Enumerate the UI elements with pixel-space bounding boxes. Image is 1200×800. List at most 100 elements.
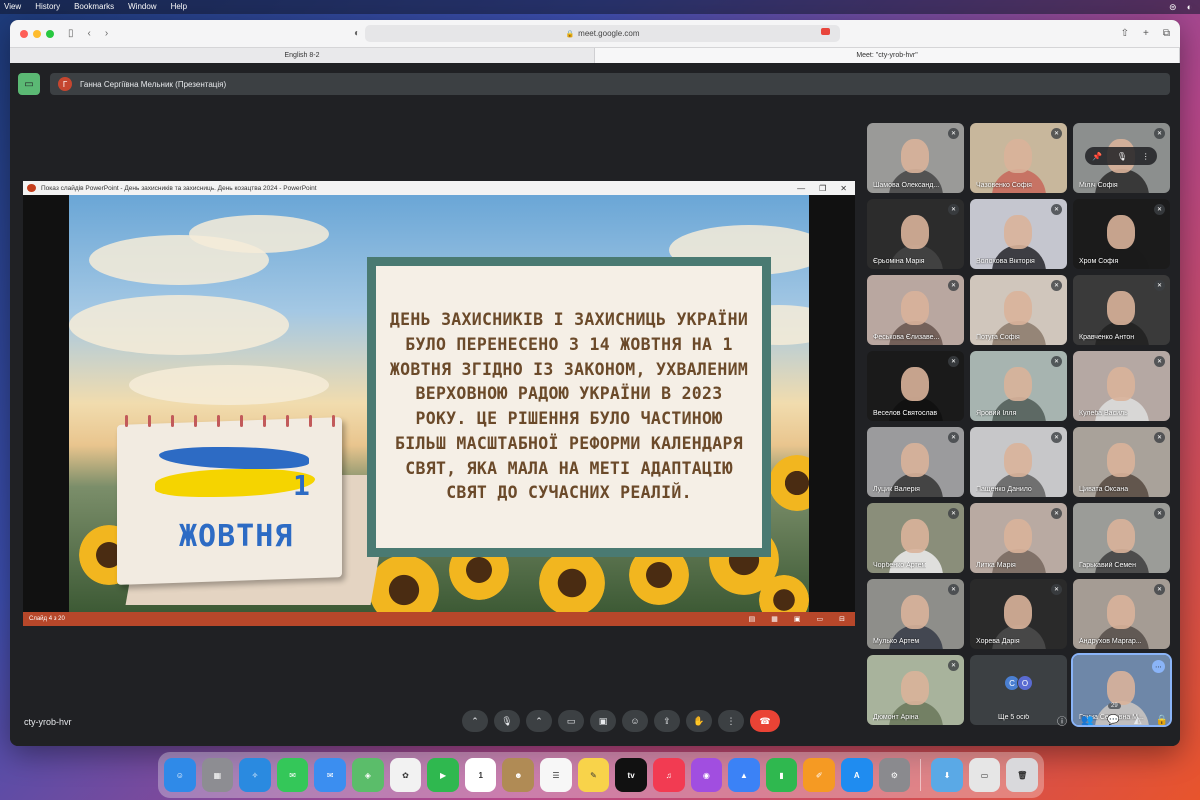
participant-tile[interactable]: ✕ Потуга Софія bbox=[970, 275, 1067, 345]
participant-tile[interactable]: ✕ Цивата Оксана bbox=[1073, 427, 1170, 497]
mute-icon[interactable]: 🎙 bbox=[1117, 152, 1127, 161]
contacts-icon[interactable]: ☻ bbox=[502, 758, 535, 792]
participant-name: Дюмонт Аріна bbox=[873, 714, 919, 721]
participant-tile[interactable]: ✕ Хром Софія bbox=[1073, 199, 1170, 269]
microphone-button[interactable]: 🎙 bbox=[494, 710, 520, 732]
participant-tile[interactable]: ✕ Мулько Артем bbox=[867, 579, 964, 649]
menu-bookmarks[interactable]: Bookmarks bbox=[74, 0, 114, 14]
participant-tile[interactable]: ✕ Кулеба Василь bbox=[1073, 351, 1170, 421]
share-icon[interactable]: ⇧ bbox=[1121, 28, 1129, 39]
leave-call-button[interactable]: ☎ bbox=[750, 710, 780, 732]
activities-icon[interactable]: ◭ bbox=[1134, 715, 1142, 726]
participant-tile[interactable]: ✕ Міліч Софія 📌 🎙 ⋮ bbox=[1073, 123, 1170, 193]
chat-icon[interactable]: 💬 bbox=[1107, 715, 1119, 726]
presenter-view-icon[interactable]: ⊟ bbox=[839, 615, 845, 623]
minimize-icon[interactable]: — bbox=[797, 184, 805, 193]
photos-icon[interactable]: ✿ bbox=[389, 758, 422, 792]
messages-icon[interactable]: ✉ bbox=[276, 758, 309, 792]
more-options-button[interactable]: ⋮ bbox=[718, 710, 744, 732]
minimize-window-button[interactable] bbox=[33, 29, 41, 38]
slideshow-icon[interactable]: ▭ bbox=[817, 615, 824, 623]
mail-icon[interactable]: ✉ bbox=[314, 758, 347, 792]
close-icon[interactable]: ✕ bbox=[840, 184, 847, 193]
emoji-button[interactable]: ☺ bbox=[622, 710, 648, 732]
participant-tile[interactable]: ✕ Хорева Дарія bbox=[970, 579, 1067, 649]
participant-tile[interactable]: ✕ Литка Марія bbox=[970, 503, 1067, 573]
tab-meet[interactable]: Meet: "cty-yrob-hvr" bbox=[595, 48, 1180, 63]
sunflower-shape bbox=[369, 555, 439, 612]
participant-tile[interactable]: ✕ Чазовенко Софія bbox=[970, 123, 1067, 193]
participant-tile[interactable]: ✕ Дюмонт Аріна bbox=[867, 655, 964, 725]
privacy-shield-icon[interactable]: ◐ bbox=[354, 28, 360, 39]
mic-muted-icon: ✕ bbox=[1154, 432, 1165, 443]
reminders-icon[interactable]: ☰ bbox=[540, 758, 572, 792]
preview-icon[interactable]: ▭ bbox=[968, 758, 1001, 792]
participant-tile[interactable]: ✕ Єрьоміна Марія bbox=[867, 199, 964, 269]
system-preferences-icon[interactable]: ⚙ bbox=[878, 758, 911, 792]
normal-view-icon[interactable]: ▤ bbox=[749, 615, 756, 623]
present-button[interactable]: ⇪ bbox=[654, 710, 680, 732]
participant-tile[interactable]: ✕ Чорбенко Артем bbox=[867, 503, 964, 573]
app-store-icon[interactable]: A bbox=[840, 758, 873, 792]
tab-overview-icon[interactable]: ⧉ bbox=[1163, 28, 1170, 39]
maps-icon[interactable]: ◈ bbox=[352, 758, 384, 792]
new-tab-icon[interactable]: + bbox=[1143, 28, 1149, 39]
menu-history[interactable]: History bbox=[35, 0, 60, 14]
restore-icon[interactable]: ❐ bbox=[819, 184, 826, 193]
reading-view-icon[interactable]: ▣ bbox=[794, 615, 801, 623]
more-participants-tile[interactable]: С О Ще 5 осіб bbox=[970, 655, 1067, 725]
participant-name: Чазовенко Софія bbox=[976, 182, 1032, 189]
menu-window[interactable]: Window bbox=[128, 0, 156, 14]
participant-tile[interactable]: ✕ Феськова Єлизаве... bbox=[867, 275, 964, 345]
back-icon[interactable]: ‹ bbox=[88, 28, 91, 39]
facetime-icon[interactable]: ▶ bbox=[427, 758, 459, 792]
camera-in-use-icon[interactable] bbox=[821, 28, 830, 35]
forward-icon[interactable]: › bbox=[105, 28, 108, 39]
participant-tile[interactable]: ✕ Пащенко Данило bbox=[970, 427, 1067, 497]
captions-button[interactable]: ▣ bbox=[590, 710, 616, 732]
participant-tile[interactable]: ✕ Веселов Святослав bbox=[867, 351, 964, 421]
participant-tile[interactable]: ✕ Луцик Валерія bbox=[867, 427, 964, 497]
participant-tile[interactable]: ✕ Андрухов Маргар... bbox=[1073, 579, 1170, 649]
pages-icon[interactable]: ✐ bbox=[803, 758, 835, 792]
siri-icon[interactable]: ◐ bbox=[1187, 0, 1192, 14]
audio-options-button[interactable]: ⌃ bbox=[462, 710, 488, 732]
camera-button[interactable]: ▭ bbox=[558, 710, 584, 732]
music-icon[interactable]: ♫ bbox=[652, 758, 685, 792]
meeting-details-icon[interactable]: ⓘ bbox=[1057, 713, 1067, 728]
meet-side-controls: ⓘ 👥 💬 ◭ 🔒 bbox=[1057, 713, 1168, 728]
launchpad-icon[interactable]: ▦ bbox=[201, 758, 234, 792]
calendar-icon[interactable]: 1 bbox=[464, 758, 497, 792]
downloads-icon[interactable]: ⬇ bbox=[931, 758, 963, 792]
trash-icon[interactable]: 🗑 bbox=[1006, 758, 1038, 792]
menu-help[interactable]: Help bbox=[171, 0, 187, 14]
raise-hand-button[interactable]: ✋ bbox=[686, 710, 712, 732]
share-screen-indicator-icon[interactable]: ▭ bbox=[18, 73, 40, 95]
keynote-icon[interactable]: ▲ bbox=[728, 758, 760, 792]
address-bar[interactable]: 🔒 meet.google.com bbox=[365, 25, 840, 42]
tile-options-icon[interactable]: ⋯ bbox=[1152, 660, 1165, 673]
zoom-window-button[interactable] bbox=[46, 29, 54, 38]
participant-tile[interactable]: ✕ Яровий Ілля bbox=[970, 351, 1067, 421]
tv-icon[interactable]: tv bbox=[615, 758, 647, 792]
close-window-button[interactable] bbox=[20, 29, 28, 38]
pin-icon[interactable]: 📌 bbox=[1092, 152, 1102, 161]
safari-icon[interactable]: ✧ bbox=[239, 758, 271, 792]
numbers-icon[interactable]: ▮ bbox=[765, 758, 798, 792]
sidebar-icon[interactable]: ▯ bbox=[68, 28, 74, 39]
participant-tile[interactable]: ✕ Шамова Олександ... bbox=[867, 123, 964, 193]
tab-english[interactable]: English 8-2 bbox=[10, 48, 595, 63]
slide-sorter-icon[interactable]: ▦ bbox=[771, 615, 778, 623]
podcasts-icon[interactable]: ◉ bbox=[690, 758, 723, 792]
more-icon[interactable]: ⋮ bbox=[1142, 152, 1150, 161]
control-center-icon[interactable]: ⊜ bbox=[1169, 0, 1177, 14]
menu-view[interactable]: View bbox=[4, 0, 21, 14]
participant-tile[interactable]: ✕ Волохова Вікторія bbox=[970, 199, 1067, 269]
video-options-button[interactable]: ⌃ bbox=[526, 710, 552, 732]
finder-icon[interactable]: ☺ bbox=[164, 758, 196, 792]
people-icon[interactable]: 👥 bbox=[1081, 715, 1093, 726]
participant-tile[interactable]: ✕ Гарькавий Семен bbox=[1073, 503, 1170, 573]
host-controls-icon[interactable]: 🔒 bbox=[1156, 715, 1168, 726]
participant-tile[interactable]: ✕ Кравченко Антон bbox=[1073, 275, 1170, 345]
notes-icon[interactable]: ✎ bbox=[577, 758, 610, 792]
